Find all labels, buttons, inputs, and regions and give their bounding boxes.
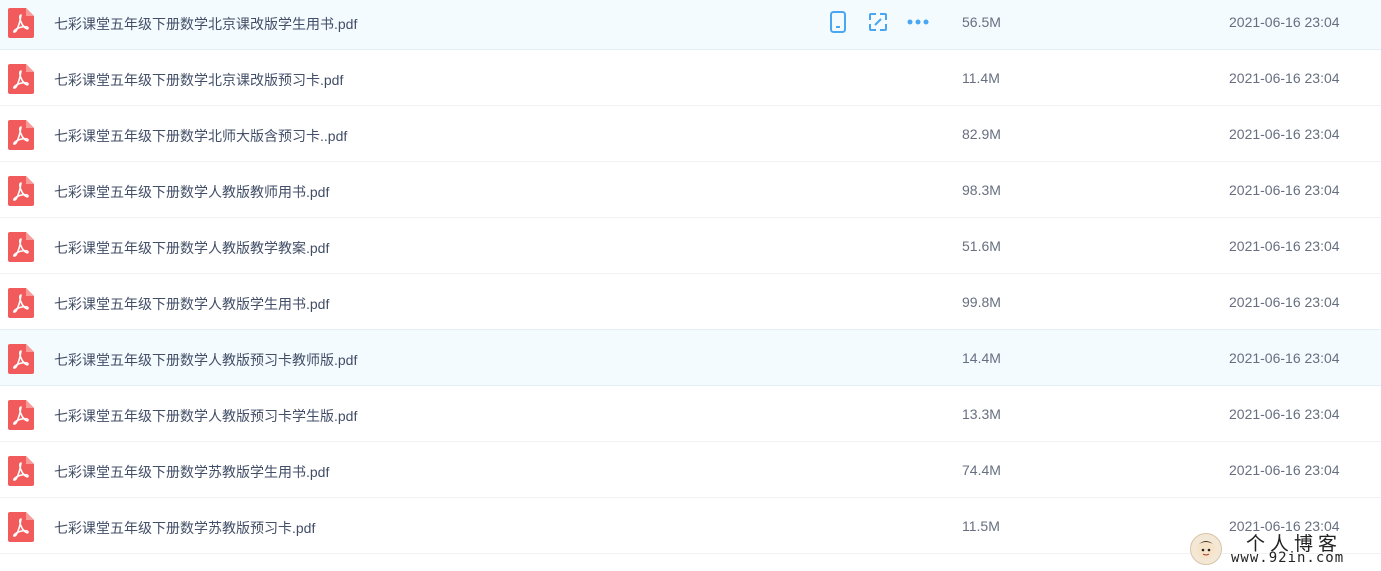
pdf-file-icon (8, 456, 34, 486)
file-row[interactable]: 七彩课堂五年级下册数学人教版预习卡学生版.pdf 13.3M 2021-06-16 … (0, 386, 1381, 442)
file-row[interactable]: 七彩课堂五年级下册数学人教版预习卡教师版.pdf 14.4M 2021-06-16 … (0, 329, 1381, 386)
more-icon[interactable] (906, 10, 930, 34)
pdf-file-icon (8, 64, 34, 94)
file-row[interactable]: 七彩课堂五年级下册数学苏教版预习卡.pdf 11.5M 2021-06-16 23:… (0, 498, 1381, 554)
file-name[interactable]: 七彩课堂五年级下册数学北京课改版预习卡.pdf (54, 70, 343, 90)
file-modified-time: 2021-06-16 23:04 (1229, 70, 1340, 86)
file-size: 56.5M (962, 14, 1001, 30)
file-size: 11.4M (962, 70, 1000, 86)
pdf-file-icon (8, 344, 34, 374)
file-row[interactable]: 七彩课堂五年级下册数学人教版教学教案.pdf 51.6M 2021-06-16 23… (0, 218, 1381, 274)
share-link-icon[interactable] (866, 10, 890, 34)
file-row[interactable]: 七彩课堂五年级下册数学人教版教师用书.pdf 98.3M 2021-06-16 23… (0, 162, 1381, 218)
file-name[interactable]: 七彩课堂五年级下册数学人教版教学教案.pdf (54, 238, 329, 258)
file-modified-time: 2021-06-16 23:04 (1229, 462, 1340, 478)
phone-icon[interactable] (826, 10, 850, 34)
row-actions (826, 9, 930, 35)
file-row[interactable]: 七彩课堂五年级下册数学人教版学生用书.pdf 99.8M 2021-06-16 23… (0, 274, 1381, 330)
file-name[interactable]: 七彩课堂五年级下册数学苏教版学生用书.pdf (54, 462, 329, 482)
file-modified-time: 2021-06-16 23:04 (1229, 182, 1340, 198)
file-modified-time: 2021-06-16 23:04 (1229, 350, 1340, 366)
file-name[interactable]: 七彩课堂五年级下册数学人教版预习卡学生版.pdf (54, 406, 357, 426)
file-name[interactable]: 七彩课堂五年级下册数学北京课改版学生用书.pdf (54, 14, 357, 34)
pdf-file-icon (8, 400, 34, 430)
file-name[interactable]: 七彩课堂五年级下册数学苏教版预习卡.pdf (54, 518, 315, 538)
file-modified-time: 2021-06-16 23:04 (1229, 238, 1340, 254)
file-size: 99.8M (962, 294, 1001, 310)
file-modified-time: 2021-06-16 23:04 (1229, 14, 1340, 30)
file-modified-time: 2021-06-16 23:04 (1229, 294, 1340, 310)
pdf-file-icon (8, 512, 34, 542)
watermark-avatar-icon (1190, 533, 1222, 565)
file-name[interactable]: 七彩课堂五年级下册数学人教版教师用书.pdf (54, 182, 329, 202)
file-name[interactable]: 七彩课堂五年级下册数学人教版学生用书.pdf (54, 294, 329, 314)
pdf-file-icon (8, 120, 34, 150)
file-name[interactable]: 七彩课堂五年级下册数学人教版预习卡教师版.pdf (54, 350, 357, 370)
file-row[interactable]: 七彩课堂五年级下册数学苏教版学生用书.pdf 74.4M 2021-06-16 23… (0, 442, 1381, 498)
file-modified-time: 2021-06-16 23:04 (1229, 126, 1340, 142)
file-size: 14.4M (962, 350, 1001, 366)
file-modified-time: 2021-06-16 23:04 (1229, 406, 1340, 422)
watermark: 个人博客 www.92in.com (1186, 527, 1381, 571)
file-size: 82.9M (962, 126, 1001, 142)
file-row[interactable]: 七彩课堂五年级下册数学北京课改版预习卡.pdf 11.4M 2021-06-16 2… (0, 50, 1381, 106)
file-size: 13.3M (962, 406, 1001, 422)
pdf-file-icon (8, 176, 34, 206)
file-size: 98.3M (962, 182, 1001, 198)
file-name[interactable]: 七彩课堂五年级下册数学北师大版含预习卡..pdf (54, 126, 347, 146)
file-size: 51.6M (962, 238, 1001, 254)
file-size: 11.5M (962, 518, 1000, 534)
file-row[interactable]: 七彩课堂五年级下册数学北师大版含预习卡..pdf 82.9M 2021-06-16 … (0, 106, 1381, 162)
file-list: 七彩课堂五年级下册数学北京课改版学生用书.pdf 56.5M 2021-06-16 … (0, 0, 1381, 554)
watermark-url: www.92in.com (1231, 550, 1345, 566)
file-size: 74.4M (962, 462, 1001, 478)
file-row[interactable]: 七彩课堂五年级下册数学北京课改版学生用书.pdf 56.5M 2021-06-16 … (0, 0, 1381, 50)
pdf-file-icon (8, 8, 34, 38)
pdf-file-icon (8, 232, 34, 262)
pdf-file-icon (8, 288, 34, 318)
